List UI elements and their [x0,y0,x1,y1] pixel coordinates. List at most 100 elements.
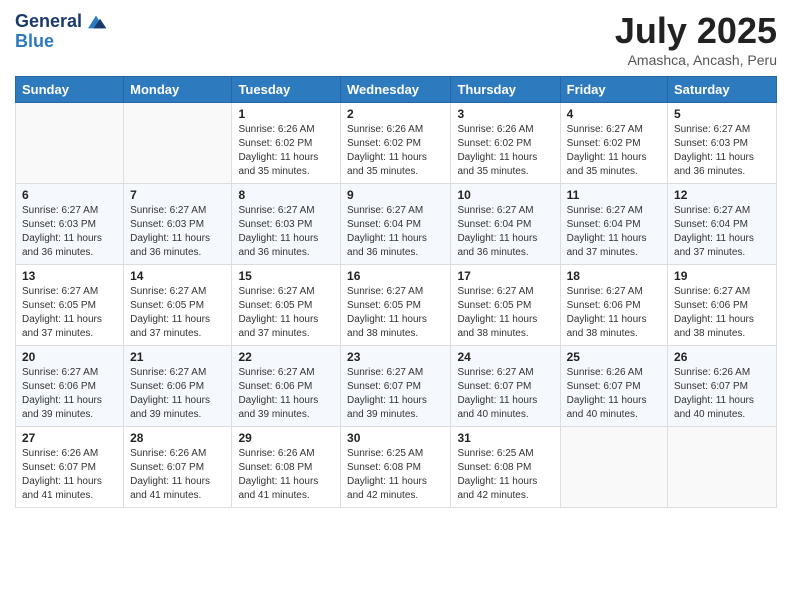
day-info: Sunrise: 6:27 AMSunset: 6:07 PMDaylight:… [347,366,444,422]
page: General Blue July 2025 Amashca, Ancash, … [0,0,792,612]
day-cell-4-1: 20Sunrise: 6:27 AMSunset: 6:06 PMDayligh… [16,346,124,427]
day-number: 10 [457,188,553,202]
day-cell-2-7: 12 Sunrise: 6:27 AMSunset: 6:04 PMDayligh… [668,184,777,265]
week-row-3: 13 Sunrise: 6:27 AMSunset: 6:05 PMDayligh… [16,265,777,346]
week-row-2: 6 Sunrise: 6:27 AMSunset: 6:03 PMDaylight… [16,184,777,265]
day-info: Sunrise: 6:27 AMSunset: 6:03 PMDaylight:… [130,204,225,260]
week-row-1: 1 Sunrise: 6:26 AMSunset: 6:02 PMDaylight… [16,103,777,184]
day-number: 12 [674,188,770,202]
day-info: Sunrise: 6:26 AMSunset: 6:07 PMDaylight:… [674,366,770,422]
col-sunday: Sunday [16,77,124,103]
day-number: 3 [457,107,553,121]
day-info: Sunrise: 6:27 AMSunset: 6:05 PMDaylight:… [22,285,117,341]
col-thursday: Thursday [451,77,560,103]
day-info: Sunrise: 6:27 AMSunset: 6:03 PMDaylight:… [674,123,770,179]
day-info: Sunrise: 6:26 AMSunset: 6:02 PMDaylight:… [238,123,334,179]
day-info: Sunrise: 6:27 AMSunset: 6:04 PMDaylight:… [457,204,553,260]
day-cell-5-3: 29Sunrise: 6:26 AMSunset: 6:08 PMDayligh… [232,427,341,508]
day-info: Sunrise: 6:27 AMSunset: 6:04 PMDaylight:… [674,204,770,260]
day-cell-2-3: 8 Sunrise: 6:27 AMSunset: 6:03 PMDaylight… [232,184,341,265]
day-info: Sunrise: 6:26 AMSunset: 6:02 PMDaylight:… [457,123,553,179]
day-number: 15 [238,269,334,283]
logo-text-blue: Blue [15,32,54,52]
day-info: Sunrise: 6:27 AMSunset: 6:06 PMDaylight:… [238,366,334,422]
day-cell-3-5: 17Sunrise: 6:27 AMSunset: 6:05 PMDayligh… [451,265,560,346]
day-info: Sunrise: 6:26 AMSunset: 6:07 PMDaylight:… [567,366,661,422]
calendar-header-row: Sunday Monday Tuesday Wednesday Thursday… [16,77,777,103]
day-cell-1-7: 5 Sunrise: 6:27 AMSunset: 6:03 PMDaylight… [668,103,777,184]
day-cell-5-4: 30Sunrise: 6:25 AMSunset: 6:08 PMDayligh… [341,427,451,508]
day-info: Sunrise: 6:27 AMSunset: 6:06 PMDaylight:… [567,285,661,341]
day-info: Sunrise: 6:26 AMSunset: 6:07 PMDaylight:… [130,447,225,503]
col-friday: Friday [560,77,667,103]
day-number: 21 [130,350,225,364]
day-cell-1-2 [124,103,232,184]
day-number: 24 [457,350,553,364]
day-info: Sunrise: 6:27 AMSunset: 6:04 PMDaylight:… [347,204,444,260]
day-number: 6 [22,188,117,202]
day-number: 1 [238,107,334,121]
day-number: 16 [347,269,444,283]
header: General Blue July 2025 Amashca, Ancash, … [15,10,777,68]
day-info: Sunrise: 6:27 AMSunset: 6:06 PMDaylight:… [130,366,225,422]
day-cell-5-2: 28 Sunrise: 6:26 AMSunset: 6:07 PMDayligh… [124,427,232,508]
logo: General Blue [15,10,108,52]
day-cell-2-1: 6 Sunrise: 6:27 AMSunset: 6:03 PMDaylight… [16,184,124,265]
day-cell-4-6: 25 Sunrise: 6:26 AMSunset: 6:07 PMDayligh… [560,346,667,427]
day-cell-3-6: 18 Sunrise: 6:27 AMSunset: 6:06 PMDayligh… [560,265,667,346]
day-info: Sunrise: 6:27 AMSunset: 6:03 PMDaylight:… [238,204,334,260]
day-info: Sunrise: 6:27 AMSunset: 6:05 PMDaylight:… [238,285,334,341]
col-wednesday: Wednesday [341,77,451,103]
day-cell-2-4: 9 Sunrise: 6:27 AMSunset: 6:04 PMDaylight… [341,184,451,265]
day-cell-2-6: 11 Sunrise: 6:27 AMSunset: 6:04 PMDayligh… [560,184,667,265]
day-info: Sunrise: 6:27 AMSunset: 6:07 PMDaylight:… [457,366,553,422]
day-number: 22 [238,350,334,364]
col-monday: Monday [124,77,232,103]
day-cell-1-5: 3 Sunrise: 6:26 AMSunset: 6:02 PMDaylight… [451,103,560,184]
day-info: Sunrise: 6:26 AMSunset: 6:02 PMDaylight:… [347,123,444,179]
calendar: Sunday Monday Tuesday Wednesday Thursday… [15,76,777,508]
day-info: Sunrise: 6:27 AMSunset: 6:05 PMDaylight:… [130,285,225,341]
day-cell-4-3: 22 Sunrise: 6:27 AMSunset: 6:06 PMDayligh… [232,346,341,427]
day-cell-1-3: 1 Sunrise: 6:26 AMSunset: 6:02 PMDaylight… [232,103,341,184]
day-number: 8 [238,188,334,202]
day-cell-5-1: 27 Sunrise: 6:26 AMSunset: 6:07 PMDayligh… [16,427,124,508]
day-cell-5-6 [560,427,667,508]
day-cell-1-4: 2Sunrise: 6:26 AMSunset: 6:02 PMDaylight… [341,103,451,184]
subtitle: Amashca, Ancash, Peru [615,52,777,68]
day-number: 29 [238,431,334,445]
day-number: 9 [347,188,444,202]
day-number: 13 [22,269,117,283]
day-info: Sunrise: 6:25 AMSunset: 6:08 PMDaylight:… [457,447,553,503]
day-number: 27 [22,431,117,445]
day-number: 28 [130,431,225,445]
day-info: Sunrise: 6:27 AMSunset: 6:05 PMDaylight:… [347,285,444,341]
day-info: Sunrise: 6:27 AMSunset: 6:02 PMDaylight:… [567,123,661,179]
day-cell-3-3: 15 Sunrise: 6:27 AMSunset: 6:05 PMDayligh… [232,265,341,346]
day-number: 31 [457,431,553,445]
day-number: 5 [674,107,770,121]
day-cell-2-5: 10 Sunrise: 6:27 AMSunset: 6:04 PMDayligh… [451,184,560,265]
day-number: 26 [674,350,770,364]
day-info: Sunrise: 6:27 AMSunset: 6:03 PMDaylight:… [22,204,117,260]
day-info: Sunrise: 6:27 AMSunset: 6:04 PMDaylight:… [567,204,661,260]
col-saturday: Saturday [668,77,777,103]
day-cell-5-5: 31 Sunrise: 6:25 AMSunset: 6:08 PMDayligh… [451,427,560,508]
day-number: 19 [674,269,770,283]
day-info: Sunrise: 6:27 AMSunset: 6:06 PMDaylight:… [22,366,117,422]
day-cell-1-6: 4Sunrise: 6:27 AMSunset: 6:02 PMDaylight… [560,103,667,184]
day-info: Sunrise: 6:25 AMSunset: 6:08 PMDaylight:… [347,447,444,503]
day-cell-2-2: 7Sunrise: 6:27 AMSunset: 6:03 PMDaylight… [124,184,232,265]
day-number: 25 [567,350,661,364]
day-cell-4-2: 21 Sunrise: 6:27 AMSunset: 6:06 PMDayligh… [124,346,232,427]
day-cell-4-4: 23 Sunrise: 6:27 AMSunset: 6:07 PMDayligh… [341,346,451,427]
day-info: Sunrise: 6:27 AMSunset: 6:06 PMDaylight:… [674,285,770,341]
day-number: 11 [567,188,661,202]
day-info: Sunrise: 6:26 AMSunset: 6:07 PMDaylight:… [22,447,117,503]
day-number: 17 [457,269,553,283]
day-cell-4-7: 26 Sunrise: 6:26 AMSunset: 6:07 PMDayligh… [668,346,777,427]
day-cell-3-1: 13 Sunrise: 6:27 AMSunset: 6:05 PMDayligh… [16,265,124,346]
day-number: 18 [567,269,661,283]
day-cell-4-5: 24 Sunrise: 6:27 AMSunset: 6:07 PMDayligh… [451,346,560,427]
day-number: 23 [347,350,444,364]
